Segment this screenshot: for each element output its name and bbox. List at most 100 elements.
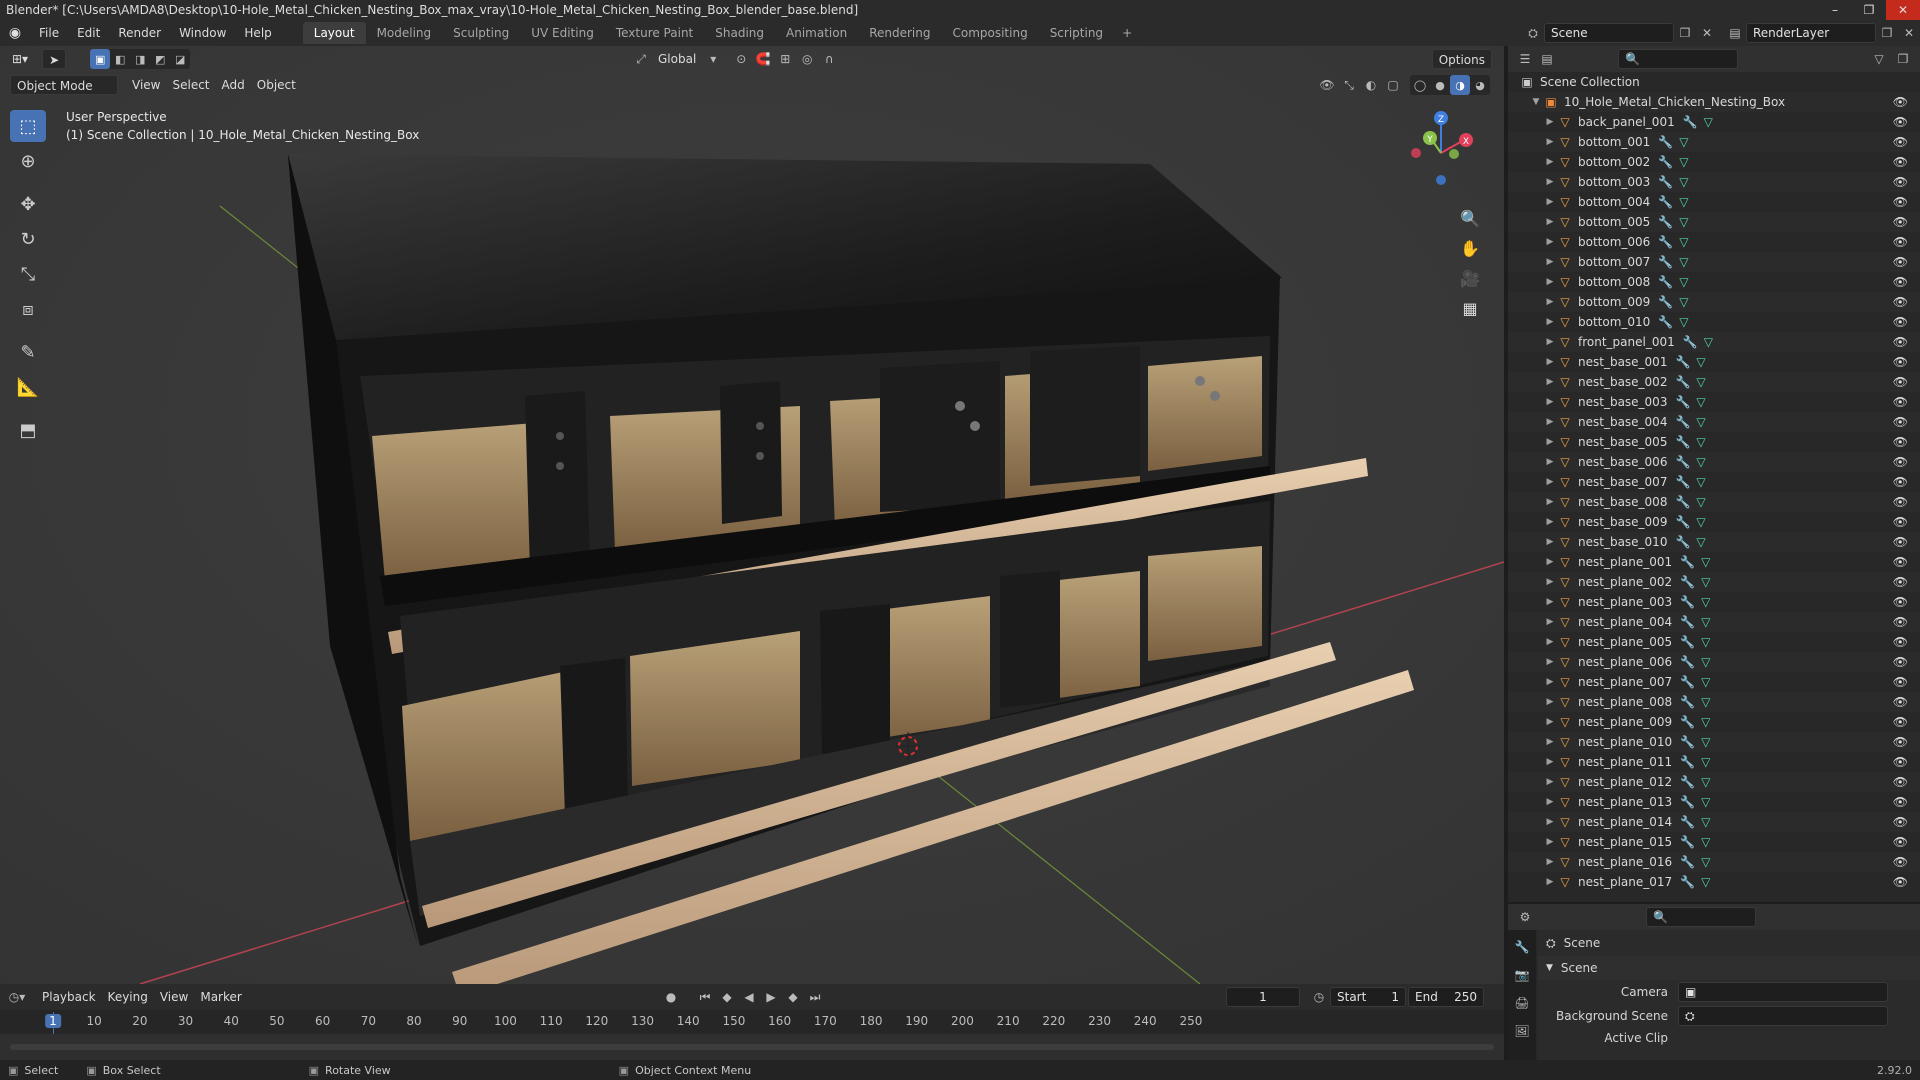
outliner-object-row[interactable]: ▶ ▽ nest_plane_011 🔧 ▽ 👁 xyxy=(1508,752,1920,772)
modifier-wrench-icon[interactable]: 🔧 xyxy=(1680,815,1695,829)
eye-icon[interactable]: 👁 xyxy=(1893,255,1908,269)
outliner-object-row[interactable]: ▶ ▽ nest_base_002 🔧 ▽ 👁 xyxy=(1508,372,1920,392)
modifier-wrench-icon[interactable]: 🔧 xyxy=(1658,195,1673,209)
expand-triangle-icon[interactable]: ▶ xyxy=(1544,397,1556,407)
eye-icon[interactable]: 👁 xyxy=(1893,775,1908,789)
outliner-object-row[interactable]: ▶ ▽ bottom_003 🔧 ▽ 👁 xyxy=(1508,172,1920,192)
eye-icon[interactable]: 👁 xyxy=(1893,695,1908,709)
outliner-object-row[interactable]: ▶ ▽ nest_plane_014 🔧 ▽ 👁 xyxy=(1508,812,1920,832)
outliner-object-row[interactable]: ▶ ▽ nest_base_005 🔧 ▽ 👁 xyxy=(1508,432,1920,452)
mesh-data-icon[interactable]: ▽ xyxy=(1701,775,1710,789)
play-reverse-icon[interactable]: ◀ xyxy=(738,987,760,1007)
outliner-object-row[interactable]: ▶ ▽ nest_plane_005 🔧 ▽ 👁 xyxy=(1508,632,1920,652)
menu-render[interactable]: Render xyxy=(109,26,170,40)
expand-triangle-icon[interactable]: ▶ xyxy=(1544,357,1556,367)
pan-hand-icon[interactable]: ✋ xyxy=(1456,234,1484,262)
mesh-data-icon[interactable]: ▽ xyxy=(1679,155,1688,169)
modifier-wrench-icon[interactable]: 🔧 xyxy=(1680,635,1695,649)
mesh-data-icon[interactable]: ▽ xyxy=(1696,415,1705,429)
eye-icon[interactable]: 👁 xyxy=(1893,795,1908,809)
outliner-object-row[interactable]: ▶ ▽ nest_plane_002 🔧 ▽ 👁 xyxy=(1508,572,1920,592)
mesh-data-icon[interactable]: ▽ xyxy=(1701,735,1710,749)
add-cube-tool-icon[interactable]: ⬒ xyxy=(10,414,46,446)
eye-icon[interactable]: 👁 xyxy=(1893,535,1908,549)
expand-triangle-icon[interactable]: ▶ xyxy=(1544,417,1556,427)
mesh-data-icon[interactable]: ▽ xyxy=(1679,175,1688,189)
expand-triangle-icon[interactable]: ▶ xyxy=(1544,217,1556,227)
mesh-data-icon[interactable]: ▽ xyxy=(1696,435,1705,449)
outliner-object-row[interactable]: ▶ ▽ bottom_001 🔧 ▽ 👁 xyxy=(1508,132,1920,152)
expand-triangle-icon[interactable]: ▶ xyxy=(1544,757,1556,767)
gizmo-toggle-icon[interactable]: ⤡ xyxy=(1338,75,1360,95)
expand-triangle-icon[interactable]: ▶ xyxy=(1544,497,1556,507)
eye-icon[interactable]: 👁 xyxy=(1893,395,1908,409)
scene-panel-header[interactable]: ▼ Scene xyxy=(1538,956,1920,980)
modifier-wrench-icon[interactable]: 🔧 xyxy=(1680,735,1695,749)
mesh-data-icon[interactable]: ▽ xyxy=(1679,295,1688,309)
play-icon[interactable]: ▶ xyxy=(760,987,782,1007)
eye-icon[interactable]: 👁 xyxy=(1893,835,1908,849)
menu-window[interactable]: Window xyxy=(170,26,235,40)
expand-triangle-icon[interactable]: ▶ xyxy=(1544,457,1556,467)
select-new-icon[interactable]: ▣ xyxy=(90,49,111,69)
modifier-wrench-icon[interactable]: 🔧 xyxy=(1680,575,1695,589)
expand-triangle-icon[interactable]: ▶ xyxy=(1544,557,1556,567)
frame-ruler[interactable]: 1 10 20 30 40 50 60 70 80 90 100 110 120 130 140 150 160… xyxy=(0,1010,1504,1060)
delete-scene-icon[interactable]: ✕ xyxy=(1696,23,1718,43)
outliner-object-row[interactable]: ▶ ▽ nest_plane_013 🔧 ▽ 👁 xyxy=(1508,792,1920,812)
eye-icon[interactable]: 👁 xyxy=(1893,635,1908,649)
output-tab-icon[interactable]: 🖨 xyxy=(1510,990,1534,1016)
outliner-search-input[interactable]: 🔍 xyxy=(1618,49,1738,69)
expand-triangle-icon[interactable]: ▶ xyxy=(1544,737,1556,747)
mesh-data-icon[interactable]: ▽ xyxy=(1679,215,1688,229)
eye-icon[interactable]: 👁 xyxy=(1893,355,1908,369)
scene-collection-row[interactable]: ▣ Scene Collection xyxy=(1508,72,1920,92)
new-collection-icon[interactable]: ❐ xyxy=(1892,49,1914,69)
eye-icon[interactable]: 👁 xyxy=(1893,555,1908,569)
mesh-data-icon[interactable]: ▽ xyxy=(1696,395,1705,409)
scale-tool-icon[interactable]: ⤡ xyxy=(10,258,46,290)
mesh-data-icon[interactable]: ▽ xyxy=(1679,255,1688,269)
expand-triangle-icon[interactable]: ▶ xyxy=(1544,617,1556,627)
navigation-gizmo[interactable]: Z X Y xyxy=(1396,108,1486,198)
eye-icon[interactable]: 👁 xyxy=(1893,575,1908,589)
eye-icon[interactable]: 👁 xyxy=(1893,315,1908,329)
eye-icon[interactable]: 👁 xyxy=(1893,815,1908,829)
modifier-wrench-icon[interactable]: 🔧 xyxy=(1680,675,1695,689)
properties-editor-icon[interactable]: ⚙ xyxy=(1514,907,1536,927)
expand-triangle-icon[interactable]: ▶ xyxy=(1544,817,1556,827)
eye-icon[interactable]: 👁 xyxy=(1893,135,1908,149)
snap-target-icon[interactable]: ⊞ xyxy=(774,49,796,69)
annotate-tool-icon[interactable]: ✎ xyxy=(10,336,46,368)
tab-shading[interactable]: Shading xyxy=(704,22,775,44)
outliner-object-row[interactable]: ▶ ▽ bottom_002 🔧 ▽ 👁 xyxy=(1508,152,1920,172)
maximize-button[interactable]: ❐ xyxy=(1852,0,1886,20)
expand-triangle-icon[interactable]: ▶ xyxy=(1544,837,1556,847)
outliner-object-row[interactable]: ▶ ▽ bottom_007 🔧 ▽ 👁 xyxy=(1508,252,1920,272)
expand-triangle-icon[interactable]: ▶ xyxy=(1544,537,1556,547)
menu-marker[interactable]: Marker xyxy=(194,987,247,1007)
menu-select[interactable]: Select xyxy=(166,75,215,95)
menu-timeline-view[interactable]: View xyxy=(154,987,194,1007)
outliner-object-row[interactable]: ▶ ▽ front_panel_001 🔧 ▽ 👁 xyxy=(1508,332,1920,352)
mesh-data-icon[interactable]: ▽ xyxy=(1701,675,1710,689)
modifier-wrench-icon[interactable]: 🔧 xyxy=(1658,255,1673,269)
modifier-wrench-icon[interactable]: 🔧 xyxy=(1658,235,1673,249)
expand-triangle-icon[interactable]: ▶ xyxy=(1544,377,1556,387)
menu-help[interactable]: Help xyxy=(235,26,280,40)
mesh-data-icon[interactable]: ▽ xyxy=(1679,135,1688,149)
eye-icon[interactable]: 👁 xyxy=(1893,235,1908,249)
properties-search-input[interactable]: 🔍 xyxy=(1646,907,1756,927)
eye-icon[interactable]: 👁 xyxy=(1893,195,1908,209)
outliner-object-row[interactable]: ▶ ▽ nest_base_003 🔧 ▽ 👁 xyxy=(1508,392,1920,412)
eye-icon[interactable]: 👁 xyxy=(1893,735,1908,749)
expand-triangle-icon[interactable]: ▶ xyxy=(1544,777,1556,787)
solid-shading-icon[interactable]: ● xyxy=(1430,75,1450,95)
select-extend-icon[interactable]: ◧ xyxy=(110,49,130,69)
mesh-data-icon[interactable]: ▽ xyxy=(1701,815,1710,829)
expand-triangle-icon[interactable]: ▶ xyxy=(1544,657,1556,667)
editor-type-icon[interactable]: ⊞▾ xyxy=(6,49,34,69)
modifier-wrench-icon[interactable]: 🔧 xyxy=(1680,795,1695,809)
transform-tool-icon[interactable]: ⧈ xyxy=(10,293,46,325)
outliner-object-row[interactable]: ▶ ▽ back_panel_001 🔧 ▽ 👁 xyxy=(1508,112,1920,132)
